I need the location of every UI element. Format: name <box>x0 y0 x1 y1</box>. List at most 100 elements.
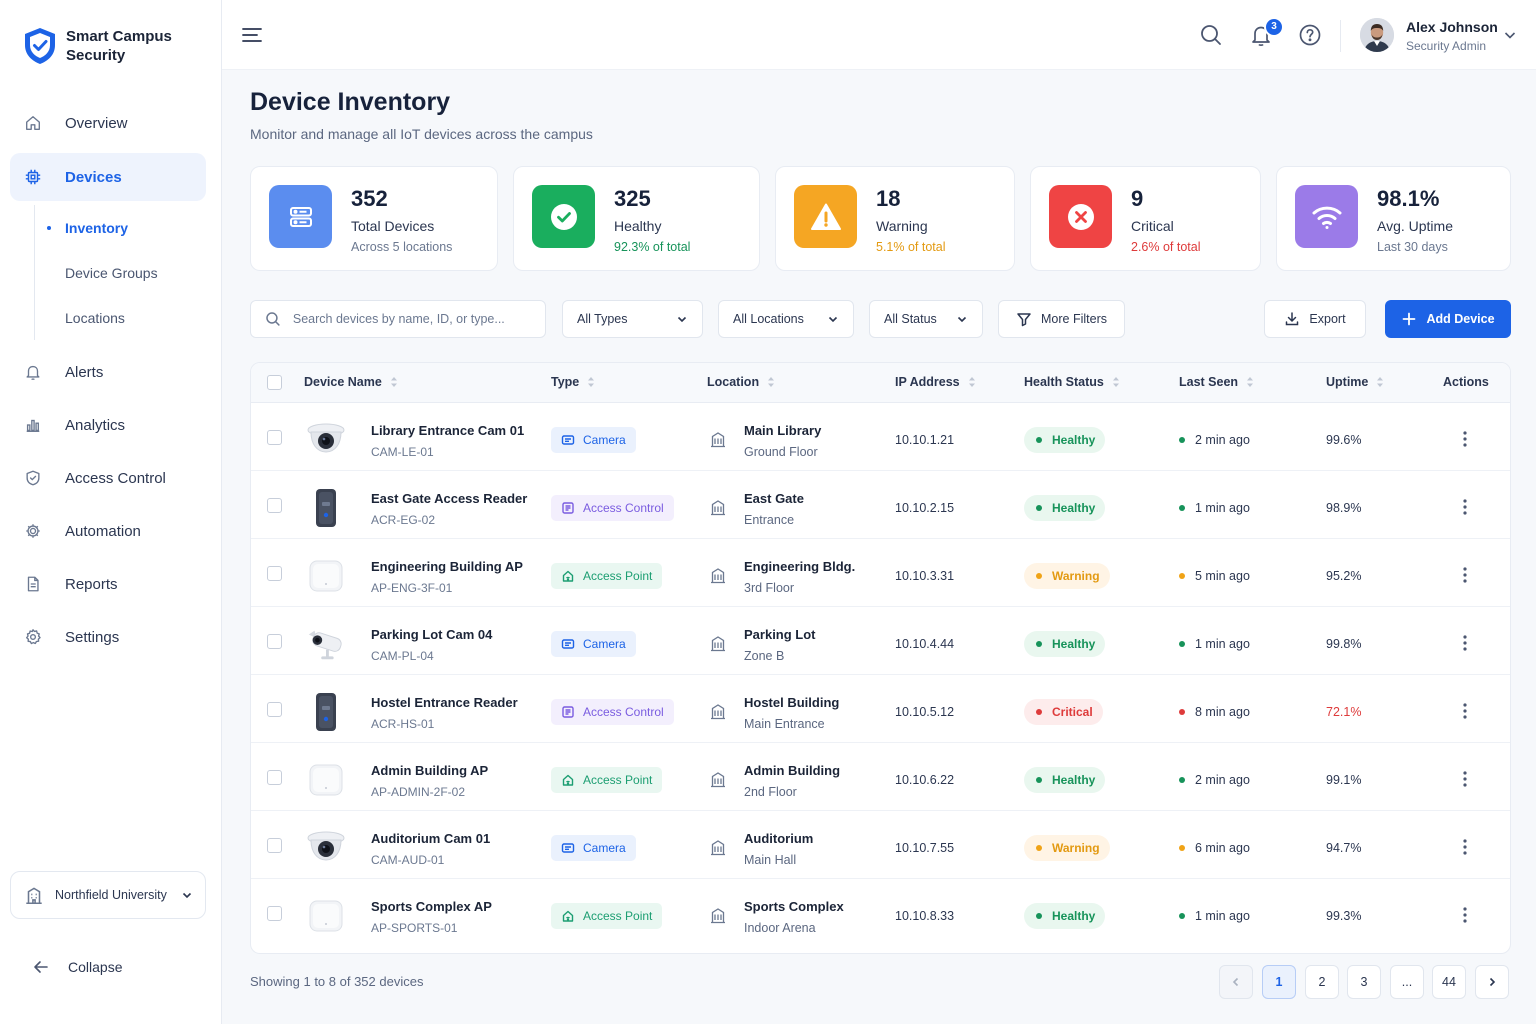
submenu-line <box>34 205 35 340</box>
location-filter-select[interactable]: All Locations <box>718 300 854 338</box>
device-thumbnail <box>305 691 347 733</box>
nav-label-automation: Automation <box>65 522 141 540</box>
row-checkbox[interactable] <box>267 498 282 513</box>
status-filter-select[interactable]: All Status <box>869 300 983 338</box>
table-row[interactable]: Hostel Entrance Reader ACR-HS-01 Access Co… <box>251 675 1510 743</box>
last-seen: 1 min ago <box>1179 637 1250 651</box>
pagination-prev-button[interactable] <box>1219 965 1253 999</box>
arrow-left-icon <box>34 961 48 973</box>
table-row[interactable]: Library Entrance Cam 01 CAM-LE-01 Camera Ma… <box>251 403 1510 471</box>
nav-item-reports[interactable]: Reports <box>10 560 206 608</box>
row-checkbox[interactable] <box>267 430 282 445</box>
device-name[interactable]: Hostel Entrance Reader <box>371 695 518 710</box>
device-name[interactable]: Admin Building AP <box>371 763 488 778</box>
organization-select[interactable]: Northfield University <box>10 871 206 919</box>
status-dot <box>1179 641 1185 647</box>
building-icon <box>711 704 725 720</box>
column-header-location[interactable]: Location <box>707 375 775 389</box>
brand[interactable]: Smart Campus Security <box>22 26 172 66</box>
collapse-label: Collapse <box>68 959 123 975</box>
row-checkbox[interactable] <box>267 906 282 921</box>
nav-item-automation[interactable]: Automation <box>10 507 206 555</box>
device-name[interactable]: Library Entrance Cam 01 <box>371 423 524 438</box>
device-name[interactable]: Sports Complex AP <box>371 899 492 914</box>
type-filter-select[interactable]: All Types <box>562 300 703 338</box>
status-dot <box>1179 913 1185 919</box>
last-seen-label: 1 min ago <box>1195 637 1250 651</box>
more-vertical-icon[interactable] <box>1457 904 1473 926</box>
table-row[interactable]: Parking Lot Cam 04 CAM-PL-04 Camera Parking… <box>251 607 1510 675</box>
subnav-device-groups[interactable]: Device Groups <box>65 265 158 281</box>
pagination-next-button[interactable] <box>1475 965 1509 999</box>
column-header-uptime[interactable]: Uptime <box>1326 375 1384 389</box>
status-dot <box>1036 845 1042 851</box>
stat-icon-box <box>269 185 332 248</box>
nav-label-analytics: Analytics <box>65 416 126 434</box>
export-button[interactable]: Export <box>1264 300 1366 338</box>
device-type-tag: Camera <box>551 427 636 453</box>
page-subtitle: Monitor and manage all IoT devices acros… <box>250 126 593 142</box>
column-header-device-name[interactable]: Device Name <box>304 375 398 389</box>
device-name[interactable]: Auditorium Cam 01 <box>371 831 490 846</box>
add-device-button[interactable]: Add Device <box>1385 300 1511 338</box>
device-name[interactable]: East Gate Access Reader <box>371 491 527 506</box>
user-avatar[interactable] <box>1360 18 1394 52</box>
nav-item-analytics[interactable]: Analytics <box>10 401 206 449</box>
help-icon[interactable] <box>1297 22 1323 48</box>
nav-item-overview[interactable]: Overview <box>10 99 206 147</box>
table-row[interactable]: Auditorium Cam 01 CAM-AUD-01 Camera Auditor… <box>251 811 1510 879</box>
pagination-page-1[interactable]: 1 <box>1262 965 1296 999</box>
search-icon[interactable] <box>1198 22 1224 48</box>
keypad-icon <box>562 706 574 718</box>
nav-item-devices[interactable]: Devices <box>10 153 206 201</box>
table-row[interactable]: Engineering Building AP AP-ENG-3F-01 Acces… <box>251 539 1510 607</box>
access-point-device-icon <box>309 560 343 592</box>
dome-camera-icon <box>307 423 345 453</box>
collapse-button[interactable]: Collapse <box>32 958 122 976</box>
search-input[interactable] <box>292 312 531 326</box>
subnav-inventory[interactable]: Inventory <box>65 220 128 236</box>
location-detail: Entrance <box>744 513 795 527</box>
row-checkbox[interactable] <box>267 838 282 853</box>
menu-icon[interactable] <box>240 24 264 46</box>
type-filter-value: All Types <box>577 312 628 326</box>
user-name[interactable]: Alex Johnson <box>1406 19 1498 35</box>
table-row[interactable]: East Gate Access Reader ACR-EG-02 Access C… <box>251 471 1510 539</box>
column-header-ip-address[interactable]: IP Address <box>895 375 976 389</box>
more-vertical-icon[interactable] <box>1457 700 1473 722</box>
more-vertical-icon[interactable] <box>1457 496 1473 518</box>
search-box[interactable] <box>250 300 546 338</box>
column-label: Location <box>707 375 760 389</box>
more-vertical-icon[interactable] <box>1457 564 1473 586</box>
location-filter-value: All Locations <box>733 312 804 326</box>
nav-item-alerts[interactable]: Alerts <box>10 348 206 396</box>
device-name[interactable]: Parking Lot Cam 04 <box>371 627 492 642</box>
select-all-checkbox[interactable] <box>267 375 282 390</box>
row-checkbox[interactable] <box>267 566 282 581</box>
nav-item-settings[interactable]: Settings <box>10 613 206 661</box>
pagination-page-3[interactable]: 3 <box>1347 965 1381 999</box>
pagination-page-44[interactable]: 44 <box>1432 965 1466 999</box>
more-vertical-icon[interactable] <box>1457 836 1473 858</box>
nav-item-access-control[interactable]: Access Control <box>10 454 206 502</box>
table-row[interactable]: Admin Building AP AP-ADMIN-2F-02 Access Po… <box>251 743 1510 811</box>
subnav-locations[interactable]: Locations <box>65 310 125 326</box>
device-name[interactable]: Engineering Building AP <box>371 559 523 574</box>
row-checkbox[interactable] <box>267 770 282 785</box>
row-checkbox[interactable] <box>267 702 282 717</box>
notification-count-badge: 3 <box>1264 17 1284 37</box>
uptime-value: 72.1% <box>1326 705 1362 719</box>
more-vertical-icon[interactable] <box>1457 768 1473 790</box>
chevron-down-icon <box>957 316 967 323</box>
pagination-page-2[interactable]: 2 <box>1305 965 1339 999</box>
more-vertical-icon[interactable] <box>1457 428 1473 450</box>
column-header-type[interactable]: Type <box>551 375 595 389</box>
more-vertical-icon[interactable] <box>1457 632 1473 654</box>
more-filters-button[interactable]: More Filters <box>998 300 1125 338</box>
table-row[interactable]: Sports Complex AP AP-SPORTS-01 Access Poin… <box>251 879 1510 947</box>
more-filters-label: More Filters <box>1041 312 1107 326</box>
chevron-down-icon[interactable] <box>1502 27 1518 43</box>
column-header-last-seen[interactable]: Last Seen <box>1179 375 1254 389</box>
column-header-health-status[interactable]: Health Status <box>1024 375 1120 389</box>
row-checkbox[interactable] <box>267 634 282 649</box>
